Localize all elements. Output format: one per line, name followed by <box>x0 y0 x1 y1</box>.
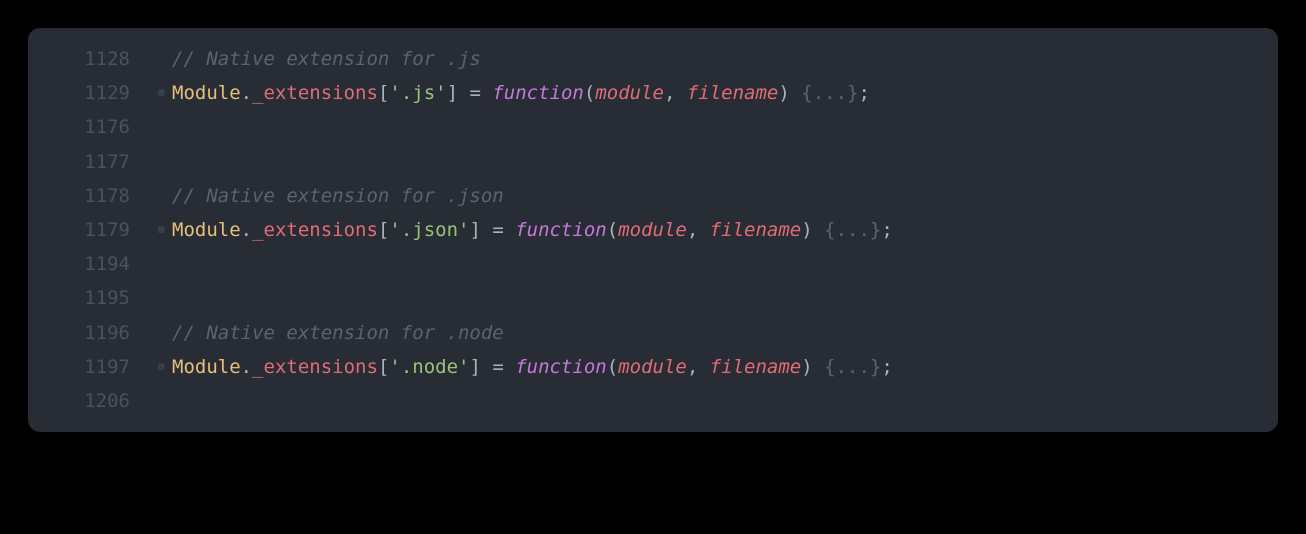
code-line[interactable]: 1195 <box>28 281 1278 315</box>
token-class-name: Module <box>172 356 241 378</box>
token-param: module <box>595 82 664 104</box>
token-folded: ... <box>836 219 870 241</box>
token-punct: ; <box>859 82 870 104</box>
token-class-name: Module <box>172 219 241 241</box>
line-number[interactable]: 1177 <box>28 145 158 179</box>
token-punct: . <box>241 219 252 241</box>
line-number[interactable]: 1179 <box>28 213 158 247</box>
token-punct: ( <box>607 219 618 241</box>
token-brace-dim: { <box>801 82 812 104</box>
line-number[interactable]: 1128 <box>28 42 158 76</box>
code-content[interactable]: Module._extensions['.json'] = function(m… <box>172 213 893 247</box>
token-string: '.js' <box>389 82 446 104</box>
token-punct: ; <box>881 219 892 241</box>
token-punct: . <box>241 82 252 104</box>
token-punct: ; <box>881 356 892 378</box>
token-keyword: function <box>515 219 607 241</box>
token-punct: , <box>664 82 687 104</box>
token-punct: ] = <box>447 82 493 104</box>
token-punct: . <box>241 356 252 378</box>
line-number[interactable]: 1197 <box>28 350 158 384</box>
token-punct: , <box>687 356 710 378</box>
line-number[interactable]: 1195 <box>28 281 158 315</box>
code-content[interactable]: Module._extensions['.js'] = function(mod… <box>172 76 870 110</box>
code-line[interactable]: 1197⊞Module._extensions['.node'] = funct… <box>28 350 1278 384</box>
line-number[interactable]: 1129 <box>28 76 158 110</box>
code-content[interactable]: // Native extension for .js <box>172 42 481 76</box>
code-content[interactable]: Module._extensions['.node'] = function(m… <box>172 350 893 384</box>
token-punct: , <box>687 219 710 241</box>
token-brace-dim: } <box>870 356 881 378</box>
code-line[interactable]: 1129⊞Module._extensions['.js'] = functio… <box>28 76 1278 110</box>
token-property: _extensions <box>252 219 378 241</box>
token-punct: [ <box>378 219 389 241</box>
token-punct: ( <box>607 356 618 378</box>
token-punct: ( <box>584 82 595 104</box>
code-line[interactable]: 1128 // Native extension for .js <box>28 42 1278 76</box>
token-brace-dim: { <box>824 356 835 378</box>
token-brace-dim: } <box>847 82 858 104</box>
token-punct: ) <box>801 219 824 241</box>
code-line[interactable]: 1179⊞Module._extensions['.json'] = funct… <box>28 213 1278 247</box>
token-folded: ... <box>836 356 870 378</box>
token-comment: // Native extension for .js <box>172 48 481 70</box>
token-folded: ... <box>813 82 847 104</box>
token-property: _extensions <box>252 82 378 104</box>
code-line[interactable]: 1196 // Native extension for .node <box>28 316 1278 350</box>
token-punct: [ <box>378 82 389 104</box>
token-comment: // Native extension for .node <box>172 322 504 344</box>
line-number[interactable]: 1176 <box>28 110 158 144</box>
line-number[interactable]: 1178 <box>28 179 158 213</box>
token-brace-dim: { <box>824 219 835 241</box>
token-punct: ) <box>801 356 824 378</box>
code-line[interactable]: 1176 <box>28 110 1278 144</box>
token-param: module <box>618 356 687 378</box>
fold-icon[interactable]: ⊞ <box>158 357 172 377</box>
token-property: _extensions <box>252 356 378 378</box>
token-keyword: function <box>515 356 607 378</box>
token-string: '.json' <box>389 219 469 241</box>
token-brace-dim: } <box>870 219 881 241</box>
token-param: filename <box>710 219 802 241</box>
fold-icon[interactable]: ⊞ <box>158 220 172 240</box>
code-line[interactable]: 1206 <box>28 384 1278 418</box>
line-number[interactable]: 1194 <box>28 247 158 281</box>
code-content[interactable]: // Native extension for .node <box>172 316 504 350</box>
token-param: filename <box>687 82 779 104</box>
token-param: filename <box>710 356 802 378</box>
line-number[interactable]: 1206 <box>28 384 158 418</box>
token-punct: ] = <box>469 219 515 241</box>
code-line[interactable]: 1178 // Native extension for .json <box>28 179 1278 213</box>
code-editor[interactable]: 1128// Native extension for .js1129⊞Modu… <box>28 28 1278 432</box>
token-punct: ) <box>778 82 801 104</box>
token-param: module <box>618 219 687 241</box>
code-line[interactable]: 1194 <box>28 247 1278 281</box>
fold-icon[interactable]: ⊞ <box>158 83 172 103</box>
token-string: '.node' <box>389 356 469 378</box>
token-class-name: Module <box>172 82 241 104</box>
line-number[interactable]: 1196 <box>28 316 158 350</box>
token-keyword: function <box>492 82 584 104</box>
token-punct: [ <box>378 356 389 378</box>
code-line[interactable]: 1177 <box>28 145 1278 179</box>
token-punct: ] = <box>469 356 515 378</box>
token-comment: // Native extension for .json <box>172 185 504 207</box>
code-content[interactable]: // Native extension for .json <box>172 179 504 213</box>
